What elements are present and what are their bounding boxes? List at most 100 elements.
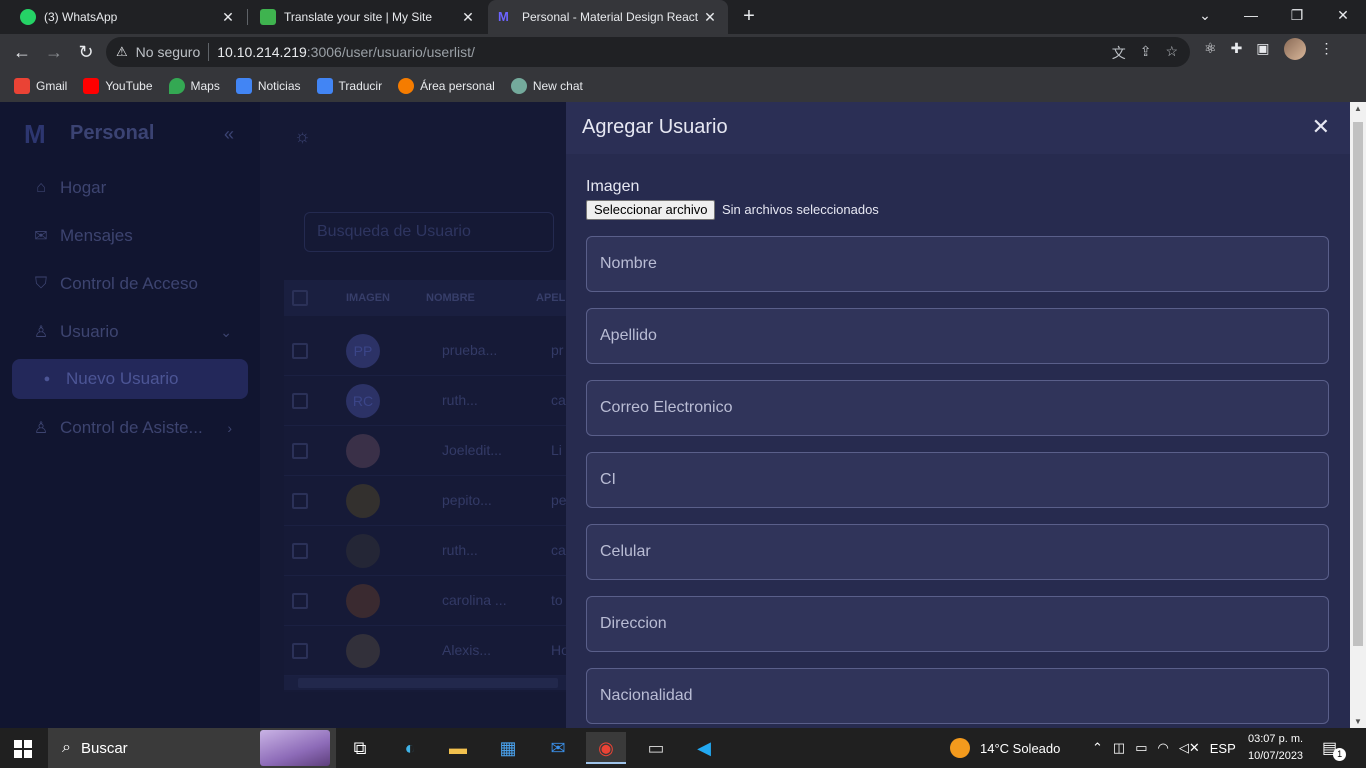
profile-avatar[interactable] <box>1283 38 1306 60</box>
table-row[interactable]: pepito... pe <box>284 476 584 526</box>
clock[interactable]: 03:07 p. m. 10/07/2023 <box>1248 731 1303 765</box>
address-bar[interactable]: ⚠ No seguro 10.10.214.219:3006/user/usua… <box>106 37 1190 67</box>
sidebar-item-control-asistencia[interactable]: ♙ Control de Asiste... › <box>14 408 248 448</box>
extensions-icon[interactable]: ✚ <box>1231 40 1243 60</box>
bookmark-maps[interactable]: Maps <box>168 78 220 94</box>
tab-personal[interactable]: M Personal - Material Design React ✕ <box>488 0 728 34</box>
table-row[interactable]: ruth... ca <box>284 526 584 576</box>
wifi-icon[interactable]: ◠ <box>1158 740 1169 756</box>
react-devtools-icon[interactable]: ⚛ <box>1204 40 1217 60</box>
direccion-field[interactable]: Direccion <box>586 596 1329 652</box>
translate-icon[interactable]: 文 <box>1112 43 1126 63</box>
bookmark-label: Gmail <box>36 79 68 93</box>
windows-start-icon[interactable] <box>14 740 32 758</box>
table-row[interactable]: PP prueba... pr <box>284 326 584 376</box>
weather-widget[interactable]: 14°C Soleado <box>950 728 1060 768</box>
tab-search-icon[interactable]: ⌄ <box>1182 0 1228 34</box>
sidebar-item-usuario[interactable]: ♙ Usuario ⌄ <box>14 312 248 352</box>
restore-button[interactable]: ❐ <box>1274 0 1320 34</box>
back-icon[interactable]: ← <box>10 40 34 64</box>
row-checkbox[interactable] <box>292 543 308 559</box>
row-checkbox[interactable] <box>292 493 308 509</box>
reload-icon[interactable]: ↻ <box>74 40 98 64</box>
meet-now-icon[interactable]: ◫ <box>1113 740 1125 756</box>
chrome-icon[interactable]: ◉ <box>586 732 626 764</box>
battery-icon[interactable]: ▭ <box>1135 740 1147 756</box>
menu-icon[interactable]: ⋮ <box>1320 40 1334 60</box>
edge-icon[interactable]: ◐ <box>390 732 430 764</box>
scrollbar-thumb[interactable] <box>298 678 558 688</box>
theme-toggle-icon[interactable]: ☼ <box>294 126 311 147</box>
volume-muted-icon[interactable]: ◁✕ <box>1179 740 1200 756</box>
task-view-icon[interactable]: ⧉ <box>340 732 380 764</box>
bookmark-area-personal[interactable]: Área personal <box>398 78 495 94</box>
user-table: IMAGEN NOMBRE APELL PP prueba... pr RC r… <box>284 280 584 692</box>
close-icon[interactable]: ✕ <box>220 9 236 26</box>
table-row[interactable]: RC ruth... ca <box>284 376 584 426</box>
cell-name: ruth... <box>442 542 478 558</box>
mail-app-icon[interactable]: ✉ <box>538 732 578 764</box>
security-label: No seguro <box>135 44 201 60</box>
scroll-down-icon[interactable]: ▼ <box>1350 717 1366 726</box>
table-horizontal-scrollbar[interactable] <box>284 676 574 690</box>
nacionalidad-field[interactable]: Nacionalidad <box>586 668 1329 724</box>
row-checkbox[interactable] <box>292 343 308 359</box>
bookmark-new-chat[interactable]: New chat <box>510 78 583 94</box>
email-field[interactable]: Correo Electronico <box>586 380 1329 436</box>
select-all-checkbox[interactable] <box>292 290 308 306</box>
vscode-icon[interactable]: ◀ <box>684 732 724 764</box>
scrollbar-thumb[interactable] <box>1353 122 1363 646</box>
collapse-sidebar-icon[interactable]: « <box>224 124 234 145</box>
cell-name: pepito... <box>442 492 492 508</box>
sidebar-item-hogar[interactable]: ⌂ Hogar <box>14 168 248 208</box>
bookmark-star-icon[interactable]: ☆ <box>1165 43 1178 63</box>
sidebar-item-nuevo-usuario[interactable]: ● Nuevo Usuario <box>12 359 248 399</box>
nombre-field[interactable]: Nombre <box>586 236 1329 292</box>
table-row[interactable]: Alexis... Ho <box>284 626 584 676</box>
browser-toolbar: ← → ↻ ⚠ No seguro 10.10.214.219:3006/use… <box>0 34 1366 70</box>
close-icon[interactable]: ✕ <box>1312 114 1330 140</box>
close-icon[interactable]: ✕ <box>460 9 476 26</box>
table-row[interactable]: Joeledit... Li <box>284 426 584 476</box>
ci-field[interactable]: CI <box>586 452 1329 508</box>
tab-whatsapp[interactable]: (3) WhatsApp ✕ <box>10 0 246 34</box>
search-input[interactable]: Busqueda de Usuario <box>304 212 554 252</box>
row-checkbox[interactable] <box>292 643 308 659</box>
language-indicator[interactable]: ESP <box>1210 741 1236 756</box>
row-checkbox[interactable] <box>292 393 308 409</box>
row-checkbox[interactable] <box>292 593 308 609</box>
choose-file-button[interactable]: Seleccionar archivo <box>586 200 716 220</box>
new-tab-button[interactable]: + <box>738 5 760 27</box>
terminal-icon[interactable]: ▭ <box>636 732 676 764</box>
cell-lastname: pr <box>551 342 564 358</box>
bookmark-noticias[interactable]: Noticias <box>235 78 301 94</box>
sidebar-item-control-acceso[interactable]: ⛉ Control de Acceso <box>14 264 248 304</box>
tab-title: Personal - Material Design React <box>522 10 699 24</box>
sidebar-item-mensajes[interactable]: ✉ Mensajes <box>14 216 248 256</box>
celular-field[interactable]: Celular <box>586 524 1329 580</box>
app-logo: M Personal <box>24 121 154 147</box>
table-row[interactable]: carolina ... to <box>284 576 584 626</box>
file-explorer-icon[interactable]: ▬ <box>438 732 478 764</box>
notification-center-icon[interactable]: ▤ 1 <box>1322 728 1347 768</box>
close-icon[interactable]: ✕ <box>702 9 718 26</box>
column-header-nombre[interactable]: NOMBRE <box>426 292 475 304</box>
forward-icon[interactable]: → <box>42 40 66 64</box>
tray-overflow-icon[interactable]: ⌃ <box>1092 740 1103 756</box>
scroll-up-icon[interactable]: ▲ <box>1350 104 1366 113</box>
store-icon[interactable]: ▦ <box>488 732 528 764</box>
warning-icon[interactable]: ⚠ <box>116 44 128 60</box>
bookmark-youtube[interactable]: YouTube <box>83 78 153 94</box>
tab-translate[interactable]: Translate your site | My Site ✕ <box>250 0 486 34</box>
column-header-imagen[interactable]: IMAGEN <box>346 292 390 304</box>
bookmark-gmail[interactable]: Gmail <box>14 78 67 94</box>
close-window-button[interactable]: ✕ <box>1320 0 1366 34</box>
bookmark-traducir[interactable]: Traducir <box>316 78 382 94</box>
taskbar-search[interactable]: ⌕ Buscar <box>48 728 336 768</box>
side-panel-icon[interactable]: ▣ <box>1256 40 1269 60</box>
row-checkbox[interactable] <box>292 443 308 459</box>
minimize-button[interactable]: — <box>1228 0 1274 34</box>
share-icon[interactable]: ⇪ <box>1140 43 1152 63</box>
page-vertical-scrollbar[interactable]: ▲ ▼ <box>1350 102 1366 728</box>
apellido-field[interactable]: Apellido <box>586 308 1329 364</box>
